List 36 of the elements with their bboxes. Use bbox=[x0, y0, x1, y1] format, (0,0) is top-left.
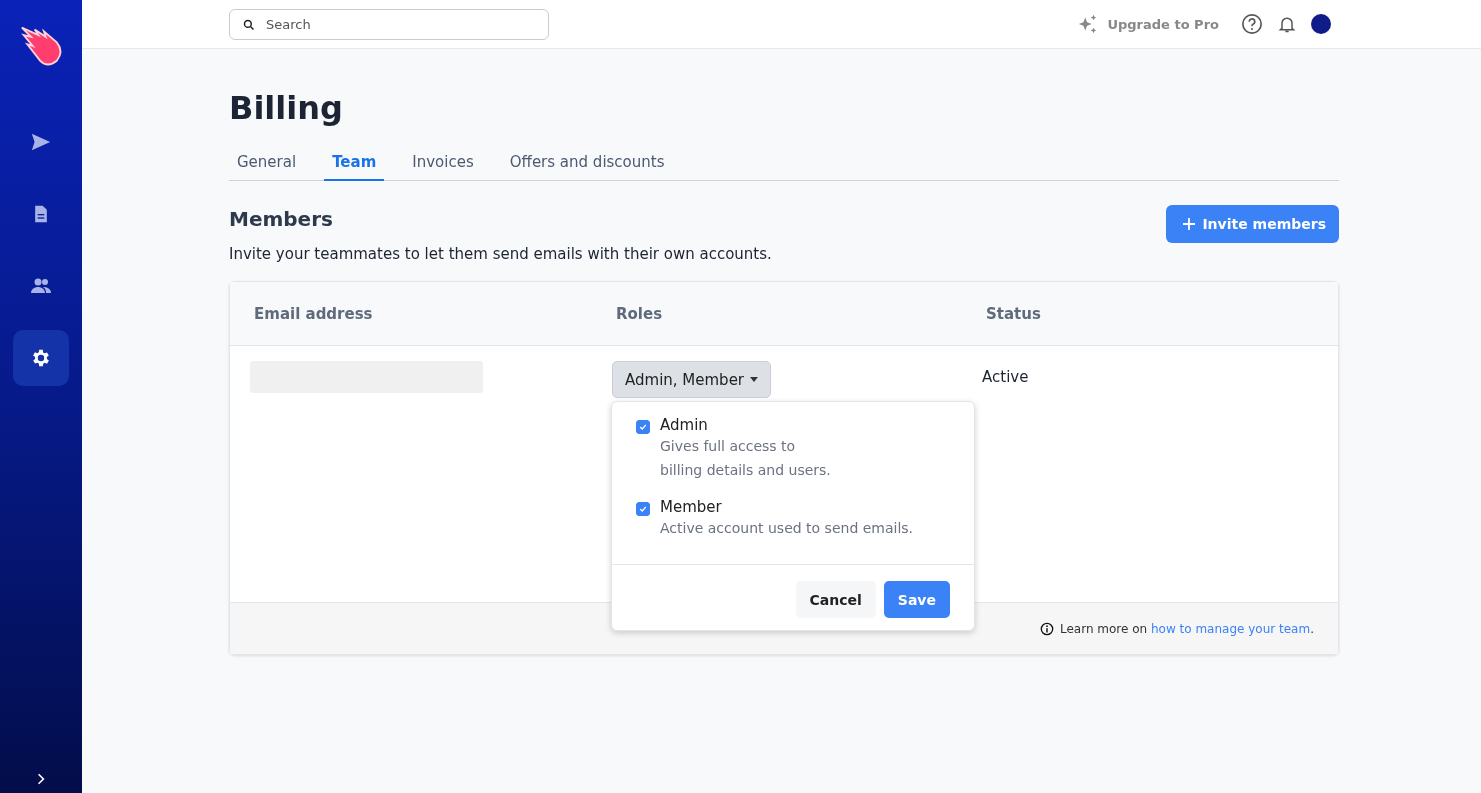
option-description: Gives full access to billing details and users. bbox=[660, 437, 831, 480]
section-description: Invite your teammates to let them send emails with their own accounts. bbox=[229, 245, 772, 263]
send-icon bbox=[30, 131, 52, 153]
invite-members-button[interactable]: Invite members bbox=[1166, 205, 1339, 243]
help-icon[interactable] bbox=[1241, 13, 1263, 35]
page-title: Billing bbox=[229, 89, 344, 127]
sidebar-item[interactable] bbox=[13, 330, 69, 386]
search-icon bbox=[243, 18, 255, 31]
settings-icon bbox=[30, 347, 52, 369]
status-text: Active bbox=[982, 368, 1029, 386]
info-icon bbox=[1039, 621, 1054, 636]
option-label: Member bbox=[660, 498, 723, 516]
expand-chevron-icon[interactable] bbox=[37, 773, 45, 785]
column-header: Roles bbox=[616, 304, 664, 323]
cancel-button[interactable]: Cancel bbox=[795, 581, 876, 618]
tab[interactable]: Offers and discounts bbox=[501, 153, 673, 181]
option-description: Active account used to send emails. bbox=[660, 519, 914, 538]
option-label: Admin bbox=[660, 416, 709, 434]
avatar[interactable] bbox=[1311, 14, 1331, 34]
check-icon bbox=[639, 423, 647, 431]
checkbox[interactable] bbox=[636, 420, 650, 434]
section-title: Members bbox=[229, 207, 334, 231]
roles-dropdown[interactable]: Admin, Member bbox=[612, 361, 772, 398]
column-header: Email address bbox=[254, 304, 374, 323]
tab[interactable]: Invoices bbox=[404, 153, 482, 181]
tab[interactable]: General bbox=[229, 153, 305, 181]
save-button[interactable]: Save bbox=[883, 581, 950, 618]
help-text: Learn more on how to manage your team. bbox=[1059, 621, 1314, 636]
caret-icon bbox=[750, 377, 759, 382]
column-header: Status bbox=[986, 304, 1042, 323]
check-icon bbox=[639, 505, 647, 513]
tab[interactable]: Team bbox=[324, 153, 385, 181]
search-field[interactable]: Search bbox=[229, 8, 549, 40]
plus-icon bbox=[1182, 217, 1197, 231]
checkbox[interactable] bbox=[636, 502, 650, 516]
upgrade-link[interactable]: Upgrade to Pro bbox=[1077, 13, 1219, 35]
